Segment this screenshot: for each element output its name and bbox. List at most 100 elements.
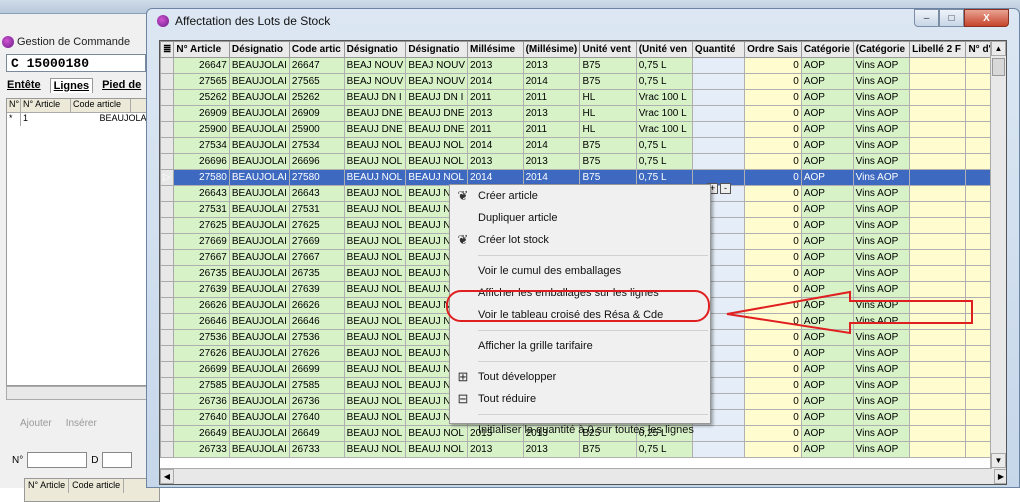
table-cell[interactable] bbox=[909, 185, 967, 202]
table-cell[interactable]: 26647 bbox=[288, 57, 345, 74]
table-cell[interactable] bbox=[909, 313, 967, 330]
table-cell[interactable]: 26649 bbox=[288, 425, 345, 442]
table-cell[interactable]: 26696 bbox=[173, 153, 230, 170]
table-cell[interactable]: BEAUJOLAI bbox=[228, 201, 290, 218]
table-cell[interactable]: AOP bbox=[800, 281, 854, 298]
table-cell[interactable]: 0 bbox=[744, 345, 802, 362]
add-line-button[interactable]: Ajouter bbox=[20, 418, 52, 429]
table-cell[interactable]: 27565 bbox=[288, 73, 345, 90]
table-cell[interactable]: Vins AOP bbox=[852, 329, 911, 346]
table-cell[interactable]: BEAUJ NOL bbox=[343, 425, 407, 442]
table-cell[interactable]: Vrac 100 L bbox=[635, 121, 693, 138]
row-indicator[interactable] bbox=[160, 329, 175, 346]
table-cell[interactable]: 0 bbox=[744, 57, 802, 74]
row-indicator[interactable] bbox=[160, 441, 175, 458]
table-cell[interactable]: AOP bbox=[800, 89, 854, 106]
table-cell[interactable]: 26909 bbox=[173, 105, 230, 122]
table-cell[interactable]: 25262 bbox=[288, 89, 345, 106]
table-cell[interactable]: B75 bbox=[579, 73, 637, 90]
table-cell[interactable]: B75 bbox=[579, 153, 637, 170]
table-cell[interactable]: Vins AOP bbox=[852, 57, 911, 74]
row-indicator[interactable] bbox=[160, 265, 175, 282]
table-cell[interactable]: BEAUJOLAI bbox=[228, 105, 290, 122]
table-cell[interactable]: Vins AOP bbox=[852, 201, 911, 218]
table-cell[interactable]: 27580 bbox=[288, 169, 345, 186]
table-cell[interactable]: Vins AOP bbox=[852, 137, 911, 154]
table-cell[interactable]: BEAJ NOUV bbox=[405, 73, 469, 90]
table-cell[interactable]: 0 bbox=[744, 329, 802, 346]
table-cell[interactable] bbox=[909, 137, 967, 154]
row-indicator[interactable] bbox=[160, 153, 175, 170]
table-cell[interactable]: BEAUJ NOL bbox=[343, 281, 407, 298]
table-cell[interactable]: Vins AOP bbox=[852, 169, 911, 186]
table-cell[interactable]: 27625 bbox=[288, 217, 345, 234]
d-input[interactable] bbox=[102, 452, 133, 468]
table-cell[interactable]: BEAUJ NOL bbox=[343, 441, 407, 458]
table-cell[interactable] bbox=[909, 249, 967, 266]
table-cell[interactable] bbox=[691, 137, 746, 154]
table-cell[interactable]: 0 bbox=[744, 121, 802, 138]
table-cell[interactable] bbox=[909, 345, 967, 362]
table-cell[interactable]: 27669 bbox=[173, 233, 230, 250]
column-header[interactable]: Millésime bbox=[467, 41, 524, 58]
table-cell[interactable]: 27639 bbox=[288, 281, 345, 298]
table-cell[interactable]: BEAUJ NOL bbox=[343, 265, 407, 282]
row-indicator[interactable]: ▷ bbox=[160, 169, 175, 186]
table-cell[interactable] bbox=[909, 409, 967, 426]
row-indicator[interactable] bbox=[160, 249, 175, 266]
column-header[interactable]: (Unité ven bbox=[635, 41, 693, 58]
table-cell[interactable]: BEAUJ DNE bbox=[343, 105, 407, 122]
tab-pied[interactable]: Pied de bbox=[99, 78, 144, 93]
table-cell[interactable]: Vins AOP bbox=[852, 105, 911, 122]
table-cell[interactable]: BEAUJOLAI bbox=[228, 233, 290, 250]
table-cell[interactable]: 0 bbox=[744, 361, 802, 378]
table-cell[interactable]: 27667 bbox=[173, 249, 230, 266]
table-cell[interactable] bbox=[909, 57, 967, 74]
table-cell[interactable]: 2011 bbox=[522, 121, 581, 138]
table-cell[interactable]: 0 bbox=[744, 217, 802, 234]
row-indicator[interactable] bbox=[160, 57, 175, 74]
menu-item[interactable]: Dupliquer article bbox=[450, 207, 710, 229]
tab-entete[interactable]: Entête bbox=[4, 78, 44, 93]
table-cell[interactable]: 0,75 L bbox=[635, 153, 693, 170]
table-cell[interactable]: 26733 bbox=[173, 441, 230, 458]
table-cell[interactable]: 26643 bbox=[288, 185, 345, 202]
table-cell[interactable] bbox=[909, 217, 967, 234]
table-cell[interactable]: BEAUJ NOL bbox=[405, 153, 469, 170]
table-cell[interactable] bbox=[909, 281, 967, 298]
table-cell[interactable] bbox=[909, 121, 967, 138]
table-cell[interactable]: 0,75 L bbox=[635, 441, 693, 458]
table-cell[interactable]: 27536 bbox=[288, 329, 345, 346]
table-cell[interactable]: AOP bbox=[800, 73, 854, 90]
row-indicator[interactable] bbox=[160, 377, 175, 394]
menu-item[interactable]: ❦ Créer lot stock bbox=[450, 229, 710, 251]
column-header[interactable]: N° Article bbox=[173, 41, 230, 58]
table-cell[interactable]: 0 bbox=[744, 265, 802, 282]
column-header[interactable]: Désignatio bbox=[343, 41, 407, 58]
table-cell[interactable]: AOP bbox=[800, 233, 854, 250]
table-cell[interactable]: HL bbox=[579, 121, 637, 138]
column-header[interactable]: Quantité bbox=[691, 41, 746, 58]
column-header[interactable]: (Catégorie bbox=[852, 41, 911, 58]
table-cell[interactable] bbox=[691, 441, 746, 458]
minimize-button[interactable]: – bbox=[914, 9, 939, 27]
menu-item[interactable]: ❦ Créer article bbox=[450, 185, 710, 207]
table-cell[interactable]: 0 bbox=[744, 105, 802, 122]
table-cell[interactable] bbox=[909, 233, 967, 250]
table-cell[interactable]: 27565 bbox=[173, 73, 230, 90]
table-cell[interactable]: 26735 bbox=[288, 265, 345, 282]
table-cell[interactable]: BEAUJ NOL bbox=[343, 409, 407, 426]
table-cell[interactable]: 0 bbox=[744, 233, 802, 250]
table-cell[interactable]: 0 bbox=[744, 73, 802, 90]
table-cell[interactable]: Vins AOP bbox=[852, 297, 911, 314]
table-cell[interactable]: AOP bbox=[800, 441, 854, 458]
table-cell[interactable]: AOP bbox=[800, 345, 854, 362]
table-cell[interactable]: 2011 bbox=[467, 121, 524, 138]
table-row[interactable]: 26909 BEAUJOLAI 26909 BEAUJ DNE BEAUJ DNE 201… bbox=[160, 105, 1006, 122]
table-cell[interactable]: 26736 bbox=[173, 393, 230, 410]
table-cell[interactable] bbox=[909, 377, 967, 394]
table-cell[interactable]: 27580 bbox=[173, 169, 230, 186]
table-cell[interactable] bbox=[909, 329, 967, 346]
table-cell[interactable]: Vins AOP bbox=[852, 233, 911, 250]
row-indicator[interactable] bbox=[160, 121, 175, 138]
